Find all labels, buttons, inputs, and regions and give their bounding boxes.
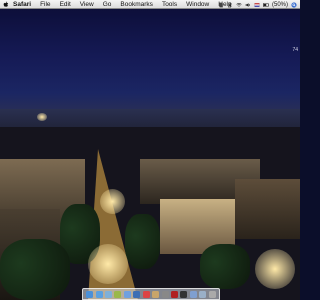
itunes-icon[interactable] [123, 290, 131, 298]
menu-file[interactable]: File [40, 1, 50, 8]
trees [200, 244, 250, 289]
distant-light [37, 113, 47, 121]
app-menu[interactable]: Safari [13, 1, 31, 8]
menu-bookmarks[interactable]: Bookmarks [120, 1, 153, 8]
apple-menu-icon[interactable] [3, 1, 9, 8]
finder-icon[interactable] [86, 290, 94, 298]
bluetooth-icon[interactable] [227, 1, 233, 8]
desktop-text: 74 [292, 47, 298, 53]
preferences-icon[interactable] [161, 290, 169, 298]
dock [82, 288, 220, 300]
building [235, 179, 300, 239]
ichat-icon[interactable] [114, 290, 122, 298]
menu-window[interactable]: Window [186, 1, 209, 8]
terminal-icon[interactable] [180, 290, 188, 298]
address-book-icon[interactable] [152, 290, 160, 298]
flag-icon[interactable] [254, 2, 260, 8]
battery-icon[interactable] [262, 2, 269, 8]
menu-view[interactable]: View [80, 1, 94, 8]
spotlight-icon[interactable] [291, 1, 297, 8]
script-icon[interactable] [218, 2, 224, 8]
folder-icon[interactable] [189, 290, 197, 298]
app-icon[interactable] [171, 290, 178, 298]
street-light-glow [88, 244, 128, 284]
street-light-glow [100, 189, 125, 214]
trash-icon[interactable] [208, 290, 216, 298]
wifi-icon[interactable] [236, 2, 242, 8]
battery-percent: (50%) [271, 1, 288, 8]
menu-go[interactable]: Go [103, 1, 112, 8]
safari-icon[interactable] [95, 290, 103, 298]
menu-tools[interactable]: Tools [162, 1, 177, 8]
calendar-icon[interactable] [142, 290, 150, 298]
volume-icon[interactable] [245, 2, 251, 8]
desktop-background: 74 [0, 9, 300, 300]
trees [0, 239, 70, 300]
night-sky [0, 9, 300, 114]
menu-extras: (50%) [218, 0, 297, 9]
menu-bar: Safari File Edit View Go Bookmarks Tools… [0, 0, 300, 9]
menu-edit[interactable]: Edit [60, 1, 71, 8]
street-light-glow [255, 249, 295, 289]
trees [125, 214, 160, 269]
iphoto-icon[interactable] [133, 290, 141, 298]
mail-icon[interactable] [105, 290, 113, 298]
documents-icon[interactable] [199, 290, 207, 298]
